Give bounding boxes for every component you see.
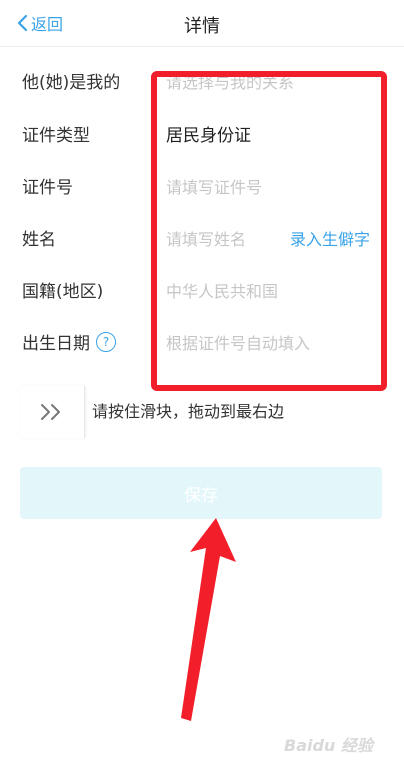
relation-select[interactable]: 请选择与我的关系: [166, 57, 366, 109]
birth-date-label: 出生日期: [22, 334, 90, 354]
save-button[interactable]: 保存: [20, 467, 382, 519]
slider-instruction: 请按住滑块，拖动到最右边: [92, 402, 285, 421]
navbar: 返回 详情: [0, 0, 404, 47]
form-row-nationality: 国籍(地区) 中华人民共和国: [0, 266, 404, 318]
form-row-id-number: 证件号 请填写证件号: [0, 162, 404, 214]
slider-handle[interactable]: [20, 386, 85, 438]
id-number-input[interactable]: 请填写证件号: [166, 162, 366, 214]
form-row-relation: 他(她)是我的 请选择与我的关系: [0, 57, 404, 109]
form-row-name: 姓名 请填写姓名 录入生僻字: [0, 214, 404, 266]
baidu-watermark: Baidu 经验: [284, 736, 373, 755]
form-row-id-type: 证件类型 居民身份证: [0, 110, 404, 162]
double-chevron-right-icon: [41, 404, 60, 420]
name-label: 姓名: [22, 230, 56, 250]
page-title: 详情: [184, 16, 220, 37]
id-type-select[interactable]: 居民身份证: [166, 110, 366, 162]
question-circle-icon[interactable]: ?: [96, 332, 116, 352]
birth-date-input: 根据证件号自动填入: [166, 334, 311, 353]
id-type-label: 证件类型: [22, 126, 90, 146]
nationality-select[interactable]: 中华人民共和国: [166, 266, 366, 318]
birth-date-label-group: 出生日期?: [22, 318, 116, 370]
form-row-birth-date: 出生日期? 根据证件号自动填入: [0, 318, 404, 370]
slider-track: 请按住滑块，拖动到最右边: [20, 386, 384, 438]
id-number-label: 证件号: [22, 178, 73, 198]
name-input[interactable]: 请填写姓名: [166, 214, 276, 266]
nationality-label: 国籍(地区): [22, 282, 104, 302]
relation-label: 他(她)是我的: [22, 73, 121, 93]
rare-character-link[interactable]: 录入生僻字: [290, 214, 370, 266]
